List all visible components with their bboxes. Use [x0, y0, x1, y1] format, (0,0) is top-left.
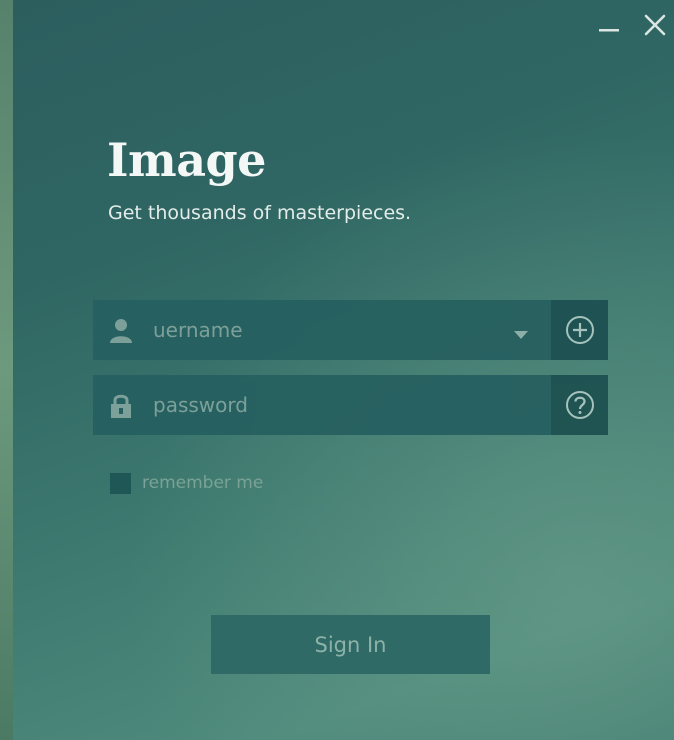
help-circle-icon: [566, 391, 594, 419]
close-button[interactable]: [642, 12, 668, 38]
lock-icon: [107, 391, 135, 419]
remember-me-checkbox[interactable]: [110, 473, 131, 494]
close-icon: [644, 14, 666, 36]
plus-circle-icon: [566, 316, 594, 344]
caret-down-icon[interactable]: [513, 325, 529, 339]
password-field: [93, 375, 608, 435]
password-help-button[interactable]: [551, 375, 608, 435]
app-title: Image: [107, 133, 266, 187]
password-input[interactable]: [153, 375, 533, 435]
add-account-button[interactable]: [551, 300, 608, 360]
user-icon: [107, 316, 135, 344]
minimize-icon: [599, 29, 619, 32]
username-field: [93, 300, 608, 360]
remember-me-label: remember me: [142, 473, 264, 493]
minimize-button[interactable]: [596, 12, 622, 38]
sign-in-button[interactable]: Sign In: [211, 615, 490, 674]
app-subtitle: Get thousands of masterpieces.: [108, 202, 412, 224]
username-input[interactable]: [153, 300, 533, 360]
window-edge-strip: [0, 0, 13, 740]
login-window: Image Get thousands of masterpieces. uer…: [0, 0, 674, 740]
